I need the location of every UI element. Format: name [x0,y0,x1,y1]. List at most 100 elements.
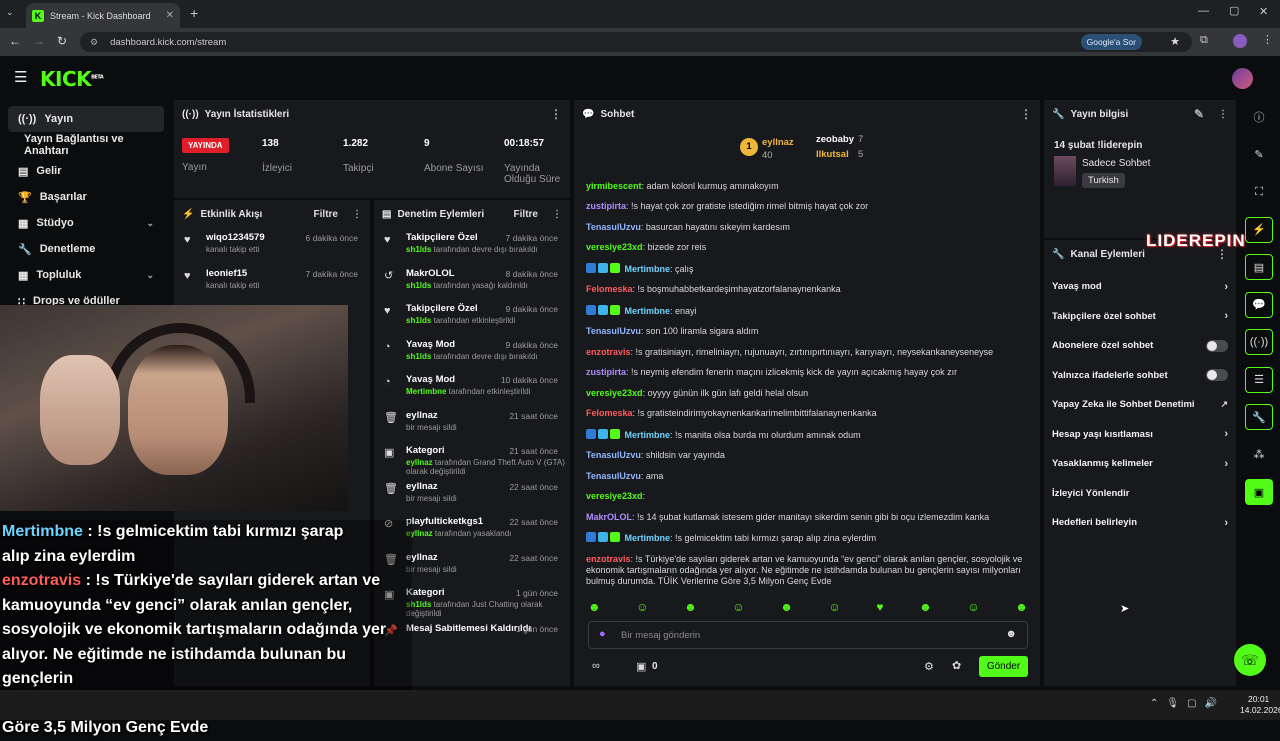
chat-message[interactable]: TenasulUzvu: son 100 liramla sigara aldı… [574,326,1040,337]
chat-message[interactable]: Felomeska: !s gratisteindirimyokaynenkan… [574,408,1040,419]
chat-username[interactable]: Mertimbne [625,533,671,543]
chat-message[interactable]: TenasulUzvu: ama [574,471,1040,482]
chat-username[interactable]: enzotravis [586,554,631,564]
new-tab-button[interactable]: + [190,5,198,21]
filter-button[interactable]: Filtre [314,209,338,220]
chat-username[interactable]: veresiye23xd [586,388,643,398]
notes-icon[interactable]: ▤ [1245,254,1273,280]
more-options-icon[interactable]: ⋮ [552,209,562,220]
moderation-item[interactable]: 🗑 eyllnaz bir mesajı sildi 21 saat önce [374,406,570,442]
google-ask-button[interactable]: Google'a Sor [1080,34,1142,50]
info-icon[interactable]: ⓘ [1245,104,1273,130]
more-options-icon[interactable]: ⋮ [1020,107,1032,121]
community-icon[interactable]: ⁂ [1245,442,1273,468]
emote-icon[interactable]: ☻ [919,600,932,614]
chat-message[interactable]: yirmibescent: adam kolonl kurmuş amınako… [574,181,1040,192]
chat-message[interactable]: TenasulUzvu: basurcan hayatını sıkeyim k… [574,222,1040,233]
kick-logo[interactable]: KICKBETA [40,67,104,91]
chat-username[interactable]: Felomeska [586,284,633,294]
maximize-icon[interactable]: ▢ [1229,4,1239,17]
chat-username[interactable]: yirmibescent [586,181,642,191]
chat-message[interactable]: enzotravis: !s gratisiniayrı, rimeliniay… [574,347,1040,358]
chat-message[interactable]: veresiye23xd: oyyyy günün ilk gün lafı g… [574,388,1040,399]
chat-message[interactable]: Mertimbne: !s gelmicektim tabi kırmızı ş… [574,532,1040,544]
chat-username[interactable]: enzotravis [586,347,631,357]
emote-icon[interactable]: ☻ [780,600,793,614]
moderation-item[interactable]: ◔ Yavaş Mod sh1lds tarafından devre dışı b… [374,335,570,371]
chat-username[interactable]: Felomeska [586,408,633,418]
channel-action-item[interactable]: Yavaş mod › [1044,272,1236,302]
forward-icon[interactable]: → [33,34,45,48]
tab-list-button[interactable]: ⌄ [6,7,14,18]
browser-tab[interactable]: K Stream - Kick Dashboard ✕ [26,3,180,28]
chat-username[interactable]: TenasulUzvu [586,222,641,232]
store-icon[interactable]: ▣ [636,660,646,673]
chat-message[interactable]: veresiye23xd: [574,491,1040,502]
broadcast-icon[interactable]: ((·)) [1245,329,1273,355]
channel-action-item[interactable]: Takipçilere özel sohbet › [1044,302,1236,332]
emote-icon[interactable]: ☺ [732,600,744,614]
activity-item[interactable]: ♥ leonief15 kanalı takip etti 7 dakika önce [174,264,370,300]
chat-username[interactable]: Mertimbne [625,264,671,274]
nav-item-topluluk[interactable]: ▦ Topluluk ⌄ [8,262,164,288]
site-info-icon[interactable]: ⚙ [90,37,98,48]
chat-message[interactable]: Mertimbne: çalış [574,262,1040,275]
emote-icon[interactable]: ☺ [636,600,648,614]
chat-message[interactable]: enzotravis: !s Türkiye'de sayıları gider… [574,554,1040,587]
emote-icon[interactable]: ☺ [967,600,979,614]
nav-item-stream-key[interactable]: Yayın Bağlantısı ve Anahtarı [8,132,164,158]
toggle-switch[interactable] [1206,369,1228,382]
nav-item-gelir[interactable]: ▤ Gelir [8,158,164,184]
omnibox[interactable]: ⚙ dashboard.kick.com/stream Google'a Sor… [80,32,1192,52]
activity-item[interactable]: ♥ wiqo1234579 kanalı takip etti 6 dakika ön… [174,228,370,264]
chat-username[interactable]: veresiye23xd [586,242,643,252]
extensions-icon[interactable]: ⧉ [1200,34,1208,47]
moderation-item[interactable]: ♥ Takipçilere Özel sh1lds tarafından etkin… [374,299,570,335]
emoji-icon[interactable]: ☻ [1005,628,1017,640]
activity-icon[interactable]: ⚡ [1245,216,1273,243]
channel-action-item[interactable]: Abonelere özel sohbet [1044,331,1236,361]
moderation-item[interactable]: 🗑 eyllnaz bir mesajı sildi 22 saat önce [374,477,570,513]
channel-action-item[interactable]: İzleyici Yönlendir [1044,479,1236,509]
channel-action-item[interactable]: Yasaklanmış kelimeler › [1044,449,1236,479]
edit-icon[interactable]: ✎ [1245,142,1273,168]
reload-icon[interactable]: ↻ [57,34,67,48]
chat-message[interactable]: Mertimbne: !s manita olsa burda mı olurd… [574,428,1040,441]
user-avatar[interactable] [1232,68,1253,89]
channel-action-item[interactable]: Hedefleri belirleyin › [1044,508,1236,538]
moderation-item[interactable]: ♥ Takipçilere Özel sh1lds tarafından devre… [374,228,570,264]
close-window-icon[interactable]: ✕ [1259,5,1268,18]
channel-action-item[interactable]: Hesap yaşı kısıtlaması › [1044,420,1236,450]
toggle-switch[interactable] [1206,339,1228,352]
nav-item-basarilar[interactable]: 🏆 Başarılar [8,184,164,210]
emote-icon[interactable]: ♥ [876,600,883,614]
minimize-icon[interactable]: — [1198,5,1209,17]
chat-message[interactable]: zustipirta: !s hayat çok zor gratiste is… [574,201,1040,212]
moderation-item[interactable]: ◔ Yavaş Mod Mertimbne tarafından etkinleşt… [374,370,570,406]
emote-icon[interactable]: ☻ [588,600,601,614]
chat-username[interactable]: TenasulUzvu [586,326,641,336]
chat-message[interactable]: zustipirta: !s neymiş efendim fenerin ma… [574,367,1040,378]
kick-app-icon[interactable]: ▣ [1245,479,1273,505]
points-icon[interactable]: ∞ [592,660,600,672]
chat-message[interactable]: Felomeska: !s boşmuhabbetkardeşimhayatzo… [574,284,1040,295]
chat-username[interactable]: TenasulUzvu [586,450,641,460]
chat-username[interactable]: TenasulUzvu [586,471,641,481]
emote-picker-icon[interactable]: ✿ [952,659,961,672]
close-tab-icon[interactable]: ✕ [166,10,174,21]
chat-username[interactable]: Mertimbne [625,306,671,316]
chat-message[interactable]: Mertimbne: enayi [574,304,1040,317]
help-button[interactable]: ☏ [1234,644,1266,676]
more-options-icon[interactable]: ⋮ [1218,109,1228,120]
chat-username[interactable]: veresiye23xd [586,491,643,501]
edit-icon[interactable]: ✎ [1194,107,1204,121]
send-button[interactable]: Gönder [979,656,1028,677]
chat-message[interactable]: MakrOLOL: !s 14 şubat kutlamak istesem g… [574,512,1040,523]
moderation-item[interactable]: ▣ Kategori eyllnaz tarafından Grand Theft … [374,441,570,477]
bookmark-star-icon[interactable]: ★ [1170,35,1180,48]
channel-action-item[interactable]: Yapay Zeka ile Sohbet Denetimi ↗ [1044,390,1236,420]
emote-icon[interactable]: ☻ [1015,600,1028,614]
moderation-item[interactable]: ↺ MakrOLOL sh1lds tarafından yasağı kaldır… [374,264,570,300]
filter-button[interactable]: Filtre [514,209,538,220]
emote-icon[interactable]: ☻ [684,600,697,614]
